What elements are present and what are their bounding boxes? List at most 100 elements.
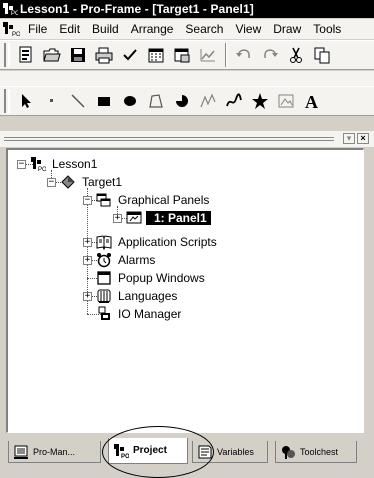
toolbar-separator (225, 43, 227, 67)
menu-build[interactable]: Build (86, 22, 125, 36)
svg-text:PO: PO (38, 167, 46, 172)
menu-arrange[interactable]: Arrange (125, 22, 180, 36)
arrow-pointer-icon (22, 94, 31, 108)
rectangle-tool-button[interactable] (93, 90, 115, 112)
io-manager-icon (98, 306, 110, 320)
tree-item-label: Lesson1 (52, 157, 98, 171)
alarm-clock-icon (97, 253, 111, 268)
printer-icon (95, 47, 113, 64)
calendar-button[interactable] (145, 44, 167, 66)
menu-search[interactable]: Search (179, 22, 229, 36)
polyline-icon (200, 93, 216, 108)
ellipse-icon (124, 96, 136, 106)
expand-toggle-alarms[interactable]: + (83, 256, 92, 265)
pie-tool-button[interactable] (171, 90, 193, 112)
tree-item-panel1[interactable]: 1: Panel1 (126, 210, 211, 226)
tree-item-label: Target1 (82, 175, 123, 189)
freehand-tool-button[interactable] (223, 90, 245, 112)
redo-button[interactable] (259, 44, 281, 66)
toolbar-grip[interactable] (4, 43, 10, 67)
tree-item-label: Application Scripts (118, 235, 217, 249)
tree-item-application-scripts[interactable]: Application Scripts (96, 234, 219, 250)
variables-book-icon (198, 445, 212, 458)
line-icon (71, 94, 85, 108)
text-a-icon: A (305, 92, 318, 110)
tree-item-graphical-panels[interactable]: Graphical Panels (96, 192, 211, 208)
expand-toggle-languages[interactable]: + (83, 292, 92, 301)
panel-button[interactable] (171, 44, 193, 66)
open-button[interactable] (41, 44, 63, 66)
popup-window-icon (97, 271, 111, 285)
star-tool-button[interactable] (249, 90, 271, 112)
toolbar-grip[interactable] (4, 89, 10, 113)
point-icon (50, 99, 53, 102)
tab-toolchest[interactable]: Toolchest (275, 441, 357, 463)
panel-close-button[interactable]: × (357, 133, 369, 144)
tree-item-label: Popup Windows (118, 271, 205, 285)
select-arrow-button[interactable] (15, 90, 37, 112)
tree-item-label: Alarms (118, 253, 156, 267)
tab-pro-manager[interactable]: Pro-Man... (8, 441, 101, 463)
tab-project[interactable]: PO Project (108, 438, 188, 464)
checkmark-icon (123, 49, 137, 61)
undo-button[interactable] (233, 44, 255, 66)
expand-toggle-application-scripts[interactable]: + (83, 238, 92, 247)
panel-icon (126, 211, 142, 224)
panel-dropdown-button[interactable]: ▾ (343, 133, 355, 144)
cut-button[interactable] (285, 44, 307, 66)
copy-button[interactable] (311, 44, 333, 66)
save-button[interactable] (67, 44, 89, 66)
save-disk-icon (71, 48, 85, 62)
tree-item-io-manager[interactable]: IO Manager (96, 306, 183, 322)
text-tool-button[interactable]: A (301, 90, 323, 112)
scissors-icon (290, 47, 302, 63)
menu-edit[interactable]: Edit (53, 22, 86, 36)
toolbar-dock-gap (0, 71, 374, 86)
point-tool-button[interactable] (41, 90, 63, 112)
polygon-icon (149, 94, 163, 108)
collapse-toggle-lesson1[interactable]: − (17, 160, 26, 169)
tree-item-alarms[interactable]: Alarms (96, 252, 157, 268)
proframe-logo-icon: PO (3, 3, 18, 16)
redo-icon (264, 49, 278, 58)
drawing-toolbar: A (0, 86, 374, 116)
star-icon (252, 93, 268, 109)
tree-item-lesson1[interactable]: PO Lesson1 (30, 156, 99, 172)
tab-variables[interactable]: Variables (192, 441, 268, 463)
workspace-panel-header[interactable]: ▾ × (0, 131, 374, 147)
document-menu-icon[interactable]: PO (2, 21, 20, 37)
expand-toggle-panel1[interactable]: + (113, 214, 122, 223)
menu-tools[interactable]: Tools (307, 22, 347, 36)
new-button[interactable] (15, 44, 37, 66)
menu-view[interactable]: View (229, 22, 267, 36)
check-button[interactable] (119, 44, 141, 66)
tree-item-target1[interactable]: Target1 (60, 174, 124, 190)
line-tool-button[interactable] (67, 90, 89, 112)
tree-item-label: IO Manager (118, 307, 182, 321)
tab-label: Pro-Man... (33, 446, 76, 457)
rectangle-icon (98, 97, 110, 106)
tree-item-popup-windows[interactable]: Popup Windows (96, 270, 207, 286)
workspace-tabs: Pro-Man... PO Project Variables Toolches… (0, 436, 374, 469)
tree-item-languages[interactable]: Languages (96, 288, 179, 304)
project-logo-icon: PO (31, 157, 46, 172)
bitmap-tool-button[interactable] (275, 90, 297, 112)
tab-label: Variables (217, 446, 254, 457)
project-tree[interactable]: − − − + + + + PO Lesson1 Target1 Graphic… (6, 148, 364, 433)
menu-file[interactable]: File (22, 22, 53, 36)
polygon-tool-button[interactable] (145, 90, 167, 112)
polyline-tool-button[interactable] (197, 90, 219, 112)
bitmap-icon (278, 94, 294, 108)
new-document-icon (19, 46, 32, 63)
ellipse-tool-button[interactable] (119, 90, 141, 112)
freehand-icon (226, 93, 242, 107)
collapse-toggle-graphical-panels[interactable]: − (83, 196, 92, 205)
title-bar[interactable]: PO Lesson1 - Pro-Frame - [Target1 - Pane… (0, 0, 374, 18)
print-button[interactable] (93, 44, 115, 66)
panel-drag-bar[interactable] (4, 137, 334, 141)
graph-button[interactable] (197, 44, 219, 66)
svg-text:PO: PO (11, 11, 18, 16)
tab-label: Project (133, 445, 167, 456)
collapse-toggle-target1[interactable]: − (47, 178, 56, 187)
menu-draw[interactable]: Draw (267, 22, 307, 36)
